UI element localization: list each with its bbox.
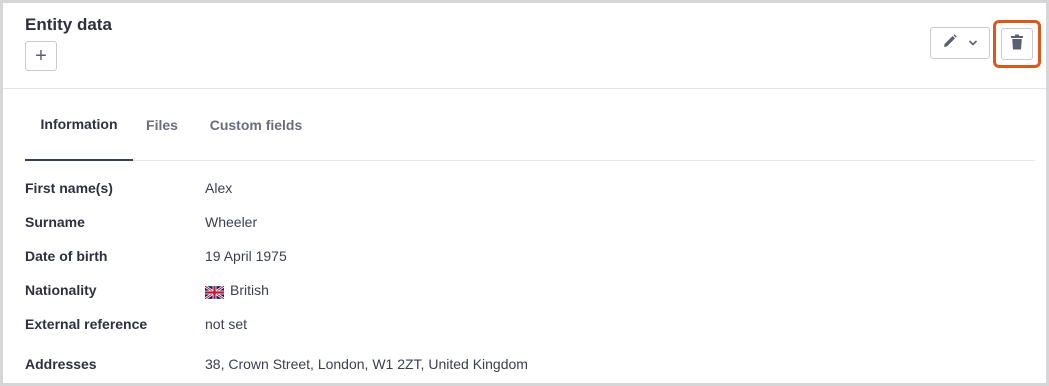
field-value-nationality: British xyxy=(204,280,269,300)
tab-information[interactable]: Information xyxy=(25,89,133,161)
field-date-of-birth: Date of birth 19 April 1975 xyxy=(25,246,1025,266)
field-value: 38, Crown Street, London, W1 2ZT, United… xyxy=(205,356,528,372)
field-label: Addresses xyxy=(25,356,97,372)
field-label: Nationality xyxy=(25,282,97,298)
trash-icon xyxy=(1010,34,1024,55)
entity-panel: Entity data + Information Files Custom f… xyxy=(0,0,1049,386)
delete-highlight xyxy=(993,20,1041,68)
uk-flag-icon xyxy=(204,284,225,300)
field-label: Date of birth xyxy=(25,248,108,264)
tab-custom-fields[interactable]: Custom fields xyxy=(201,89,311,161)
field-addresses: Addresses 38, Crown Street, London, W1 2… xyxy=(25,354,1025,374)
tab-files[interactable]: Files xyxy=(137,89,187,161)
delete-button[interactable] xyxy=(1001,28,1033,60)
panel-header: Entity data + xyxy=(3,3,1046,89)
field-nationality: Nationality British xyxy=(25,280,1025,300)
page-title: Entity data xyxy=(25,15,112,34)
chevron-down-icon xyxy=(968,34,978,52)
edit-dropdown-button[interactable] xyxy=(930,27,990,59)
field-first-name: First name(s) Alex xyxy=(25,178,1025,198)
field-value: not set xyxy=(205,316,248,332)
add-button[interactable]: + xyxy=(25,41,57,71)
field-external-reference: External reference not set xyxy=(25,314,1025,334)
pencil-icon xyxy=(942,33,958,54)
field-value: Alex xyxy=(205,180,233,196)
field-label: External reference xyxy=(25,316,148,332)
field-value: Wheeler xyxy=(205,214,258,230)
field-label: First name(s) xyxy=(25,180,113,196)
nationality-text: British xyxy=(230,282,269,298)
field-label: Surname xyxy=(25,214,85,230)
field-surname: Surname Wheeler xyxy=(25,212,1025,232)
tab-bar: Information Files Custom fields xyxy=(25,89,1035,161)
field-value: 19 April 1975 xyxy=(205,248,287,264)
